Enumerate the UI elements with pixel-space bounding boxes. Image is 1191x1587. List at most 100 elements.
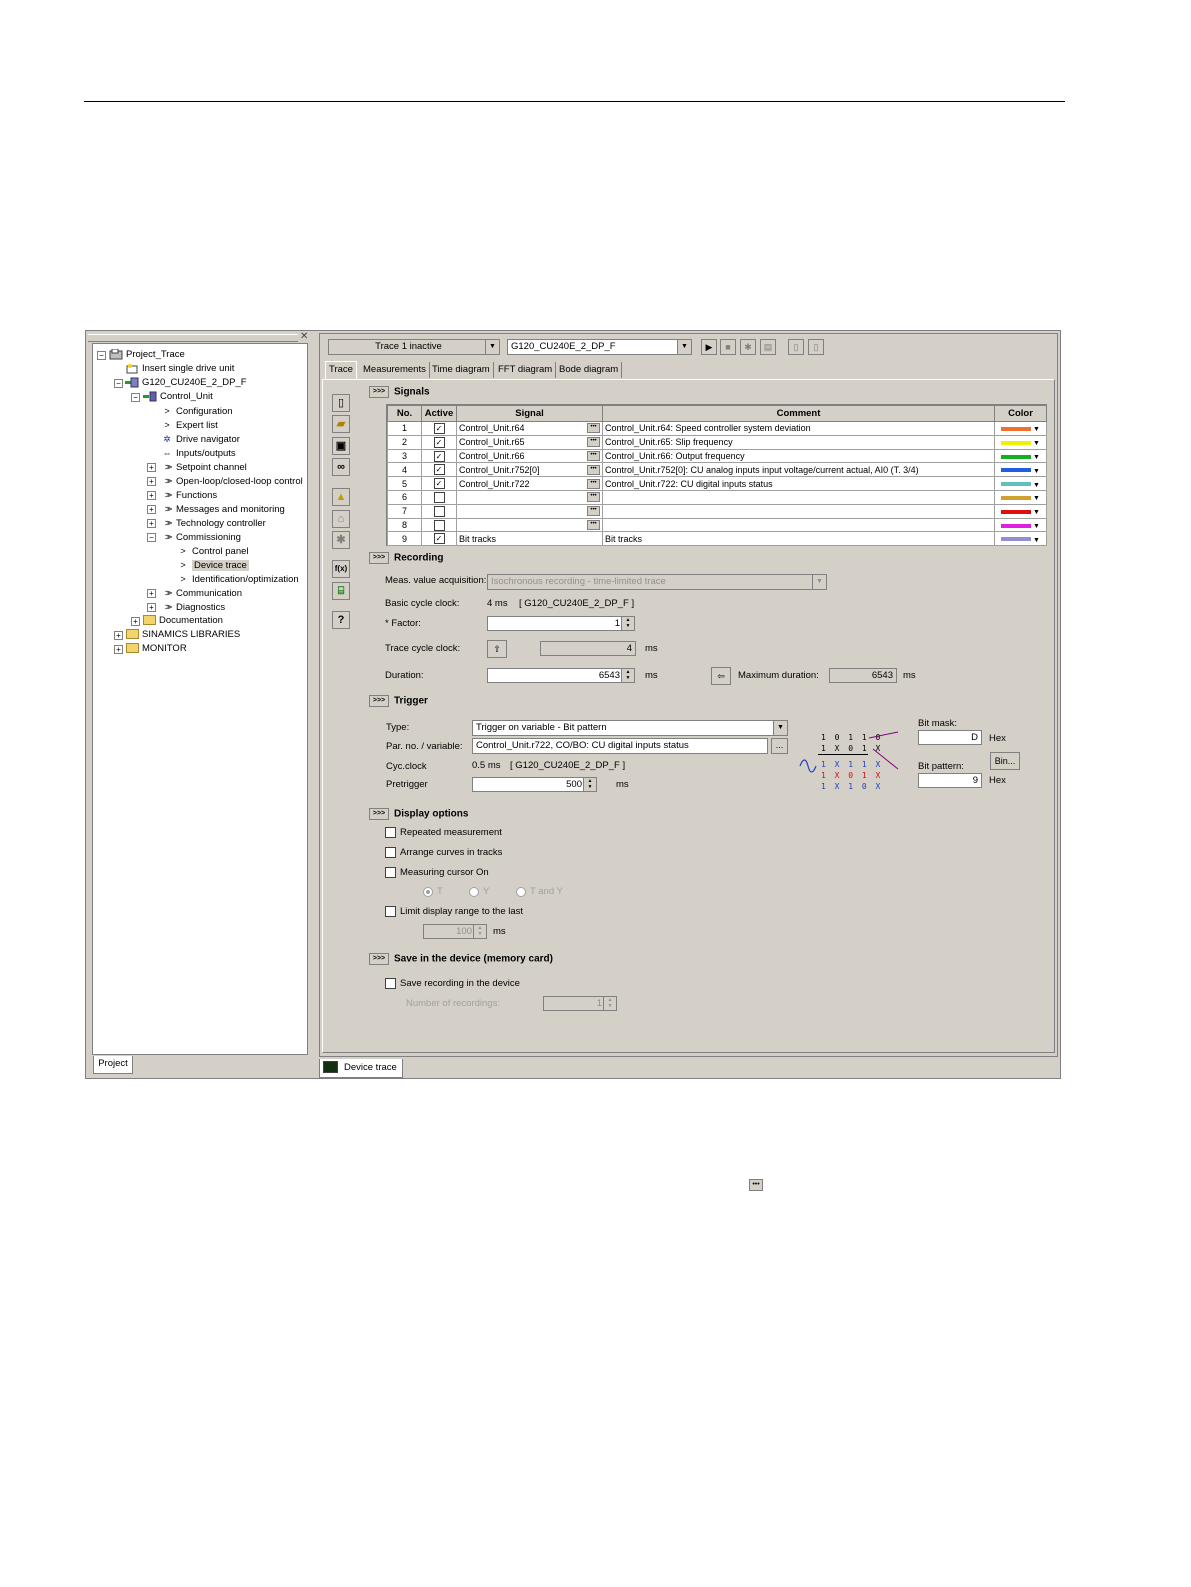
tab-measurements[interactable]: Measurements: [360, 362, 430, 378]
radio-t-and-y[interactable]: [516, 887, 526, 897]
trace-download-icon[interactable]: ▤: [760, 339, 776, 355]
formula-icon[interactable]: f(x): [332, 560, 350, 578]
close-icon[interactable]: ✕: [300, 331, 308, 342]
bit-pattern-field[interactable]: 9: [918, 773, 982, 788]
section-expand-icon[interactable]: >>>: [369, 808, 389, 820]
collapse-icon[interactable]: −: [114, 379, 123, 388]
cell-color[interactable]: ▼: [994, 448, 1047, 464]
save-section-header[interactable]: >>> Save in the device (memory card): [369, 953, 553, 965]
expand-icon[interactable]: +: [131, 617, 140, 626]
tree-item-project[interactable]: Project_Trace: [109, 348, 185, 362]
color-swatch[interactable]: [1001, 454, 1032, 459]
table-row[interactable]: 3 ✓ ••• Control_Unit.r66 Control_Unit.r66: O…: [387, 448, 1047, 464]
color-swatch[interactable]: [1001, 482, 1032, 487]
par-field[interactable]: Control_Unit.r722, CO/BO: CU digital inp…: [472, 738, 768, 754]
cell-signal[interactable]: •••: [456, 489, 603, 505]
browse-signal-icon[interactable]: •••: [587, 478, 600, 489]
cell-active[interactable]: [421, 503, 457, 519]
project-pane-grip[interactable]: [88, 334, 298, 342]
chevron-down-icon[interactable]: ▼: [1031, 440, 1040, 447]
cell-signal[interactable]: ••• Control_Unit.r65: [456, 434, 603, 450]
table-row[interactable]: 4 ✓ ••• Control_Unit.r752[0] Control_Unit.r7…: [387, 462, 1047, 478]
expand-icon[interactable]: +: [147, 603, 156, 612]
tree-item-setpoint-channel[interactable]: >> Setpoint channel: [161, 460, 247, 474]
collapse-icon[interactable]: −: [97, 351, 106, 360]
section-expand-icon[interactable]: >>>: [369, 695, 389, 707]
chevron-down-icon[interactable]: ▼: [1031, 495, 1040, 502]
trace-options-icon[interactable]: ✱: [740, 339, 756, 355]
import-icon[interactable]: ▲: [332, 488, 350, 506]
active-checkbox[interactable]: ✓: [433, 478, 445, 490]
browse-signal-icon[interactable]: •••: [587, 423, 600, 434]
browse-signal-icon[interactable]: •••: [587, 450, 600, 461]
tree-item-commissioning[interactable]: >> Commissioning: [161, 530, 241, 544]
table-row[interactable]: 9 ✓ Bit tracks Bit tracks ▼: [387, 531, 1047, 547]
binoculars-icon[interactable]: ∞: [332, 458, 350, 476]
table-row[interactable]: 2 ✓ ••• Control_Unit.r65 Control_Unit.r65: S…: [387, 434, 1047, 450]
chevron-down-icon[interactable]: ▼: [677, 340, 691, 354]
save-icon[interactable]: ▣: [332, 437, 350, 455]
table-row[interactable]: 8 ••• ▼: [387, 517, 1047, 533]
radio-y[interactable]: [469, 887, 479, 897]
tree-item-expert-list[interactable]: > Expert list: [161, 418, 217, 432]
tree-item-drive-navigator[interactable]: ✲ Drive navigator: [161, 432, 240, 446]
cell-signal[interactable]: •••: [456, 517, 603, 533]
color-swatch[interactable]: [1001, 440, 1032, 445]
chevron-down-icon[interactable]: ▼: [485, 340, 499, 354]
cell-signal[interactable]: ••• Control_Unit.r64: [456, 421, 603, 436]
chevron-down-icon[interactable]: ▼: [1031, 468, 1040, 475]
help-icon[interactable]: ?: [332, 611, 350, 629]
col-header-color[interactable]: Color: [994, 405, 1047, 422]
collapse-icon[interactable]: −: [147, 533, 156, 542]
arrow-up-icon[interactable]: ⇧: [487, 640, 507, 658]
chevron-down-icon[interactable]: ▼: [1031, 523, 1040, 530]
color-swatch[interactable]: [1001, 427, 1032, 432]
color-swatch[interactable]: [1001, 468, 1032, 473]
factor-field[interactable]: 1 ▲ ▼: [487, 616, 635, 631]
chevron-down-icon[interactable]: ▼: [773, 721, 787, 735]
chevron-down-icon[interactable]: ▼: [1031, 482, 1040, 489]
save-recording-checkbox[interactable]: [385, 978, 396, 989]
cell-signal[interactable]: •••: [456, 503, 603, 519]
cell-color[interactable]: ▼: [994, 421, 1047, 436]
tree-item-diagnostics[interactable]: >> Diagnostics: [161, 600, 225, 614]
cell-signal[interactable]: ••• Control_Unit.r752[0]: [456, 462, 603, 478]
col-header-signal[interactable]: Signal: [456, 405, 603, 422]
chevron-down-icon[interactable]: ▼: [1031, 537, 1040, 544]
signals-section-header[interactable]: >>> Signals: [369, 386, 430, 398]
expand-icon[interactable]: +: [147, 589, 156, 598]
table-row[interactable]: 1 ✓ ••• Control_Unit.r64 Control_Unit.r64: S…: [387, 421, 1047, 436]
active-checkbox[interactable]: ✓: [433, 464, 445, 476]
tab-trace[interactable]: Trace: [325, 361, 357, 380]
active-checkbox[interactable]: ✓: [433, 450, 445, 462]
tree-item-control[interactable]: >> Open-loop/closed-loop control: [161, 474, 303, 488]
table-row[interactable]: 5 ✓ ••• Control_Unit.r722 Control_Unit.r722:…: [387, 476, 1047, 491]
expand-icon[interactable]: +: [114, 645, 123, 654]
collapse-icon[interactable]: −: [131, 393, 140, 402]
acq-select[interactable]: Isochronous recording - time-limited tra…: [487, 574, 827, 590]
cell-active[interactable]: ✓: [421, 476, 457, 491]
chevron-down-icon[interactable]: ▼: [812, 575, 826, 589]
cell-active[interactable]: ✓: [421, 462, 457, 478]
cell-active[interactable]: ✓: [421, 434, 457, 450]
tree-item-inputs-outputs[interactable]: ⇔ Inputs/outputs: [161, 446, 236, 460]
tree-item-sinamics-libraries[interactable]: SINAMICS LIBRARIES: [126, 628, 240, 642]
color-swatch[interactable]: [1001, 523, 1032, 528]
tree-item-control-panel[interactable]: > Control panel: [177, 544, 248, 558]
tree-item-messages[interactable]: >> Messages and monitoring: [161, 502, 285, 516]
color-swatch[interactable]: [1001, 537, 1032, 542]
trigger-section-header[interactable]: >>> Trigger: [369, 695, 428, 707]
expand-icon[interactable]: +: [147, 491, 156, 500]
cell-active[interactable]: ✓: [421, 421, 457, 436]
col-header-active[interactable]: Active: [421, 405, 457, 422]
active-checkbox[interactable]: ✓: [433, 533, 445, 545]
color-swatch[interactable]: [1001, 496, 1032, 500]
expand-icon[interactable]: +: [114, 631, 123, 640]
pretrigger-field[interactable]: 500 ▲ ▼: [472, 777, 597, 792]
cursor-checkbox[interactable]: [385, 867, 396, 878]
tab-device-trace[interactable]: Device trace: [319, 1059, 403, 1078]
table-row[interactable]: 6 ••• ▼: [387, 489, 1047, 505]
tab-project[interactable]: Project: [93, 1056, 133, 1074]
tree-item-functions[interactable]: >> Functions: [161, 488, 217, 502]
expand-icon[interactable]: +: [147, 505, 156, 514]
